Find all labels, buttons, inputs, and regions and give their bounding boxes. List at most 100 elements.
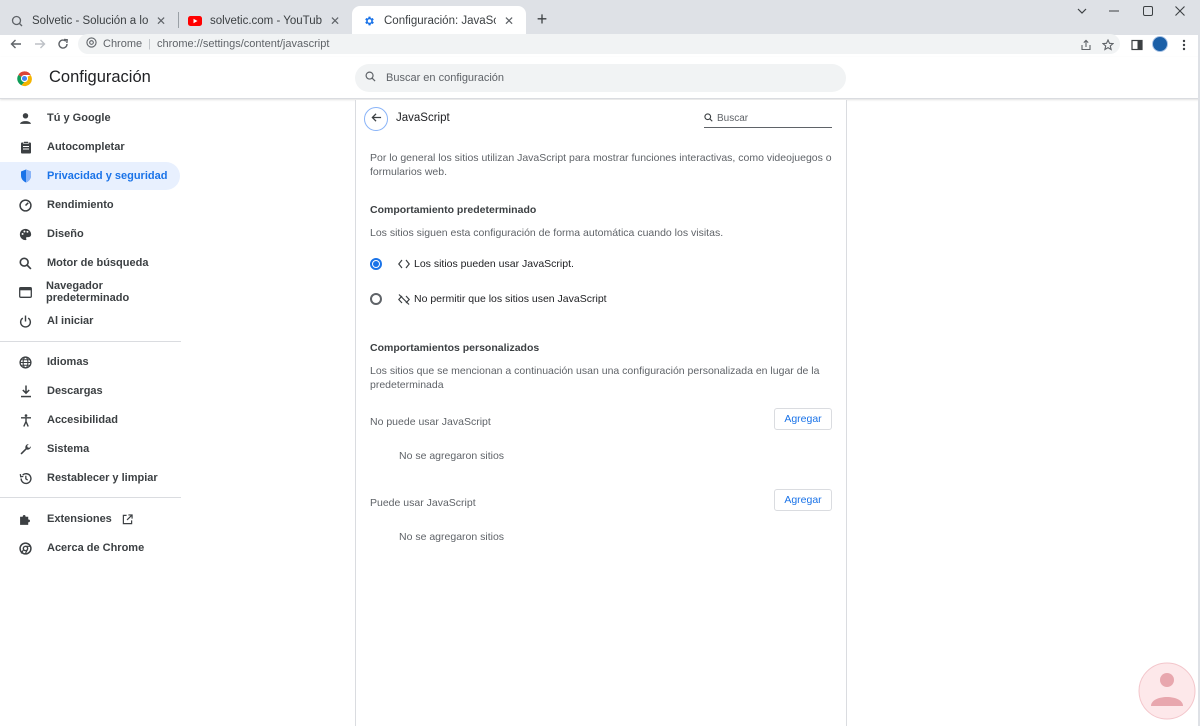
maximize-icon[interactable] <box>1130 0 1166 22</box>
settings-search-input[interactable] <box>386 72 826 84</box>
forward-arrow-icon[interactable] <box>32 36 48 52</box>
blocked-sites-empty-message: No se agregaron sitios <box>399 450 505 462</box>
address-bar[interactable]: Chrome | chrome://settings/content/javas… <box>78 34 1120 54</box>
gear-icon <box>362 14 376 28</box>
url-origin-label: Chrome <box>103 38 143 50</box>
sidebar-item-label: Sistema <box>47 443 90 455</box>
sidebar-item-extensions[interactable]: Extensiones <box>0 505 180 533</box>
close-icon[interactable] <box>1162 0 1198 22</box>
new-tab-button[interactable]: + <box>532 9 552 29</box>
block-option-label: No permitir que los sitios usen JavaScri… <box>414 293 607 305</box>
minimize-icon[interactable] <box>1096 0 1132 22</box>
back-button[interactable] <box>364 107 388 131</box>
sidebar-item-languages[interactable]: Idiomas <box>0 348 180 376</box>
wrench-icon <box>18 442 33 457</box>
sidebar-item-label: Diseño <box>47 228 84 240</box>
sidebar-item-about-chrome[interactable]: Acerca de Chrome <box>0 534 180 562</box>
close-tab-icon[interactable]: ✕ <box>328 14 342 28</box>
sidebar: Tú y Google Autocompletar Privacidad y s… <box>0 100 181 726</box>
sidebar-item-you-and-google[interactable]: Tú y Google <box>0 104 180 132</box>
add-blocked-site-button[interactable]: Agregar <box>774 408 832 430</box>
sidebar-item-default-browser[interactable]: Navegador predeterminado <box>0 278 180 306</box>
bookmark-star-icon[interactable] <box>1100 35 1116 55</box>
sidebar-item-label: Descargas <box>47 385 103 397</box>
sidebar-item-label: Tú y Google <box>47 112 111 124</box>
sidebar-item-privacy[interactable]: Privacidad y seguridad <box>0 162 180 190</box>
sidebar-item-label: Extensiones <box>47 513 112 525</box>
add-allowed-site-button[interactable]: Agregar <box>774 489 832 511</box>
default-behavior-description: Los sitios siguen esta configuración de … <box>370 227 724 239</box>
default-behavior-heading: Comportamiento predeterminado <box>370 204 537 216</box>
allowed-sites-empty-message: No se agregaron sitios <box>399 531 505 543</box>
tab-title: Configuración: JavaScript <box>384 14 496 27</box>
description-line-1: Por lo general los sitios utilizan JavaS… <box>370 152 832 164</box>
tab-solvetic[interactable]: Solvetic - Solución a los problem ✕ <box>0 6 178 35</box>
sidebar-item-label: Restablecer y limpiar <box>47 472 158 484</box>
sidebar-item-accessibility[interactable]: Accesibilidad <box>0 406 180 434</box>
palette-icon <box>18 227 33 242</box>
share-icon[interactable] <box>1078 35 1094 55</box>
subpage-search-input[interactable] <box>717 112 827 124</box>
tab-youtube[interactable]: solvetic.com - YouTube ✕ <box>178 6 352 35</box>
sidebar-divider <box>0 497 181 498</box>
allow-radio[interactable] <box>370 258 382 270</box>
custom-behaviors-desc-line-1: Los sitios que se mencionan a continuaci… <box>370 365 820 377</box>
blocked-sites-label: No puede usar JavaScript <box>370 416 491 428</box>
subpage-title: JavaScript <box>396 112 450 124</box>
more-menu-icon[interactable] <box>1176 35 1192 55</box>
sidebar-item-on-startup[interactable]: Al iniciar <box>0 307 180 335</box>
allowed-sites-label: Puede usar JavaScript <box>370 497 476 509</box>
globe-icon <box>18 355 33 370</box>
tab-title: Solvetic - Solución a los problem <box>32 14 148 27</box>
speedometer-icon <box>18 198 33 213</box>
allow-javascript-option[interactable]: Los sitios pueden usar JavaScript. <box>370 253 830 275</box>
chrome-icon <box>86 37 97 51</box>
code-icon <box>397 258 410 271</box>
sidebar-item-label: Accesibilidad <box>47 414 118 426</box>
sidebar-item-label: Navegador predeterminado <box>46 280 130 304</box>
sidebar-item-label: Privacidad y seguridad <box>47 170 168 182</box>
sidebar-item-performance[interactable]: Rendimiento <box>0 191 180 219</box>
sidebar-item-reset[interactable]: Restablecer y limpiar <box>0 464 180 492</box>
sidebar-item-label: Acerca de Chrome <box>47 542 145 554</box>
search-icon <box>18 256 33 271</box>
solvetic-icon <box>10 14 24 28</box>
reload-icon[interactable] <box>55 36 71 52</box>
sidebar-item-label: Al iniciar <box>47 315 94 327</box>
sidebar-item-downloads[interactable]: Descargas <box>0 377 180 405</box>
javascript-settings-card: JavaScript Por lo general los sitios uti… <box>355 100 847 726</box>
chrome-logo-icon <box>16 70 33 87</box>
allow-option-label: Los sitios pueden usar JavaScript. <box>414 258 574 270</box>
sidebar-item-search-engine[interactable]: Motor de búsqueda <box>0 249 180 277</box>
url-text: chrome://settings/content/javascript <box>156 38 330 50</box>
avatar[interactable] <box>1152 36 1168 52</box>
power-icon <box>18 314 33 329</box>
sidebar-divider <box>0 341 181 342</box>
browser-icon <box>18 285 32 300</box>
tab-title: solvetic.com - YouTube <box>210 14 322 27</box>
download-icon <box>18 384 33 399</box>
custom-behaviors-heading: Comportamientos personalizados <box>370 342 540 354</box>
back-arrow-icon <box>370 112 382 126</box>
block-radio[interactable] <box>370 293 382 305</box>
side-panel-icon[interactable] <box>1129 35 1145 55</box>
sidebar-item-appearance[interactable]: Diseño <box>0 220 180 248</box>
chevron-down-icon[interactable] <box>1064 0 1100 22</box>
close-tab-icon[interactable]: ✕ <box>502 14 516 28</box>
settings-search[interactable] <box>355 64 846 92</box>
sidebar-item-system[interactable]: Sistema <box>0 435 180 463</box>
clipboard-icon <box>18 140 33 155</box>
sidebar-item-autofill[interactable]: Autocompletar <box>0 133 180 161</box>
tab-settings[interactable]: Configuración: JavaScript ✕ <box>352 6 526 35</box>
sidebar-item-label: Idiomas <box>47 356 89 368</box>
description-line-2: formularios web. <box>370 166 448 178</box>
sidebar-item-label: Motor de búsqueda <box>47 257 149 269</box>
accessibility-icon <box>18 413 33 428</box>
close-tab-icon[interactable]: ✕ <box>154 14 168 28</box>
sidebar-item-label: Rendimiento <box>47 199 114 211</box>
code-off-icon <box>397 293 410 306</box>
block-javascript-option[interactable]: No permitir que los sitios usen JavaScri… <box>370 288 830 310</box>
subpage-search[interactable] <box>704 109 832 128</box>
page-title: Configuración <box>49 68 151 86</box>
back-arrow-icon[interactable] <box>8 36 24 52</box>
